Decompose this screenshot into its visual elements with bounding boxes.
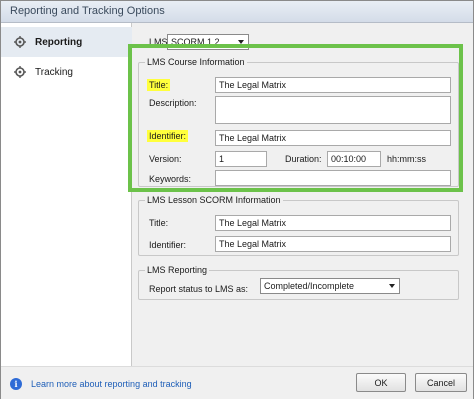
description-label: Description:: [149, 98, 197, 108]
sidebar: Reporting Tracking: [1, 23, 132, 366]
lms-select[interactable]: SCORM 1.2: [167, 34, 249, 50]
course-identifier-input[interactable]: The Legal Matrix: [215, 130, 451, 146]
chevron-down-icon: [238, 40, 244, 44]
version-label: Version:: [149, 154, 182, 164]
lesson-identifier-input[interactable]: The Legal Matrix: [215, 236, 451, 252]
dialog-footer: i Learn more about reporting and trackin…: [1, 366, 473, 399]
course-info-title: LMS Course Information: [145, 57, 247, 67]
course-identifier-label: Identifier:: [147, 130, 189, 142]
lesson-title-label: Title:: [149, 218, 169, 228]
lesson-identifier-label: Identifier:: [149, 240, 187, 250]
gear-icon: [13, 35, 27, 49]
lesson-info-title: LMS Lesson SCORM Information: [145, 195, 283, 205]
report-status-select[interactable]: Completed/Incomplete: [260, 278, 400, 294]
chevron-down-icon: [389, 284, 395, 288]
course-title-input[interactable]: The Legal Matrix: [215, 77, 451, 93]
lesson-title-input[interactable]: The Legal Matrix: [215, 215, 451, 231]
course-title-label: Title:: [147, 79, 171, 91]
keywords-input[interactable]: [215, 170, 451, 186]
title-bar: Reporting and Tracking Options: [1, 1, 473, 23]
dialog-title: Reporting and Tracking Options: [10, 5, 165, 17]
sidebar-item-label: Reporting: [35, 36, 83, 48]
report-status-label: Report status to LMS as:: [149, 284, 249, 294]
sidebar-item-label: Tracking: [35, 66, 73, 78]
ok-button[interactable]: OK: [356, 373, 406, 392]
lms-select-value: SCORM 1.2: [171, 37, 220, 47]
keywords-label: Keywords:: [149, 174, 192, 184]
info-icon: i: [10, 378, 22, 390]
duration-format: hh:mm:ss: [387, 154, 427, 164]
cancel-button[interactable]: Cancel: [415, 373, 467, 392]
reporting-title: LMS Reporting: [145, 265, 210, 275]
version-input[interactable]: 1: [215, 151, 267, 167]
learn-more-link[interactable]: Learn more about reporting and tracking: [31, 379, 192, 389]
report-status-value: Completed/Incomplete: [264, 281, 355, 291]
sidebar-item-tracking[interactable]: Tracking: [1, 57, 132, 87]
gear-icon: [13, 65, 27, 79]
duration-label: Duration:: [285, 154, 322, 164]
sidebar-item-reporting[interactable]: Reporting: [1, 27, 132, 57]
duration-input[interactable]: 00:10:00: [327, 151, 381, 167]
description-input[interactable]: [215, 96, 451, 124]
dialog-window: Reporting and Tracking Options Reporting…: [0, 0, 474, 399]
